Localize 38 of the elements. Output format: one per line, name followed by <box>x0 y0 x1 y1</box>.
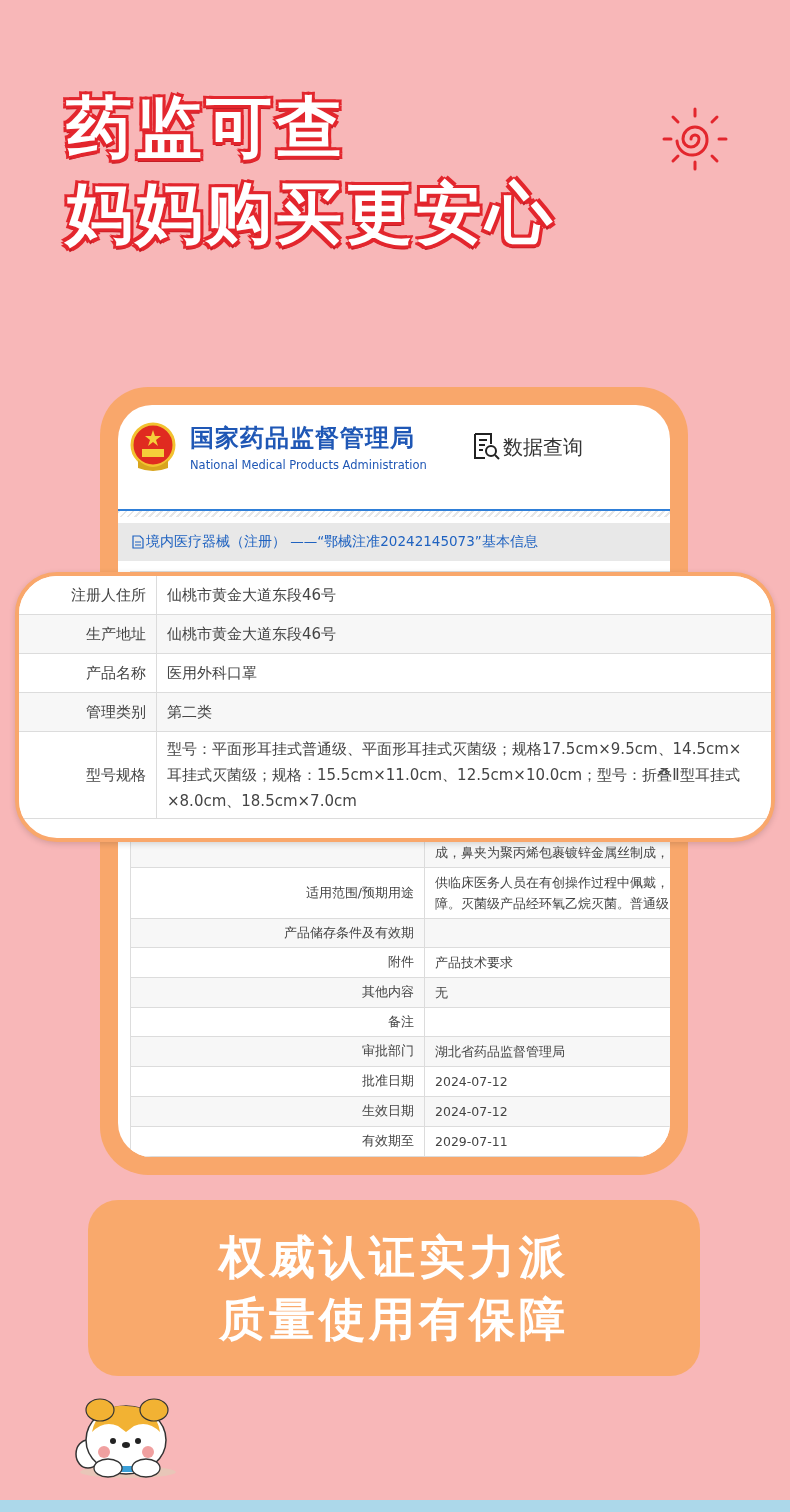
table-cell: 有效期至 <box>131 1127 425 1156</box>
table-cell-text: 医用外科口罩 <box>166 663 258 684</box>
table-cell: 审批部门 <box>131 1037 425 1066</box>
sun-icon <box>660 106 730 172</box>
table-cell: 其他内容 <box>131 978 425 1007</box>
table-cell: 生效日期 <box>131 1097 425 1126</box>
table-cell-text: 供临床医务人员在有创操作过程中佩戴， 障。灭菌级产品经环氧乙烷灭菌。普通级 <box>434 874 670 913</box>
headline: 妈妈购买更安心 <box>66 174 556 254</box>
document-icon <box>132 535 144 549</box>
table-cell-text: 湖北省药品监督管理局 <box>434 1043 566 1061</box>
site-subtitle: National Medical Products Administration <box>190 458 427 472</box>
table-cell-text: 2024-07-12 <box>434 1103 509 1121</box>
table-cell: 型号规格 <box>19 732 157 818</box>
table-cell-text: 第二类 <box>166 702 213 723</box>
record-title: 境内医疗器械（注册） ——“鄂械注准20242145073”基本信息 <box>146 533 538 551</box>
slogan-text: 质量使用有保障 <box>219 1291 569 1348</box>
table-cell-text: 成，鼻夹为聚丙烯包裹镀锌金属丝制成， <box>434 844 670 862</box>
table-cell: 批准日期 <box>131 1067 425 1096</box>
table-cell: 注册人住所 <box>19 576 157 614</box>
table-cell: 适用范围/预期用途 <box>131 868 425 918</box>
table-cell-text: 2029-07-11 <box>434 1133 509 1151</box>
site-title: 国家药品监督管理局 <box>190 423 416 454</box>
table-cell: 生产地址 <box>19 615 157 653</box>
query-link[interactable]: 数据查询 <box>502 433 583 461</box>
table-cell: 附件 <box>131 948 425 977</box>
table-cell-text: 型号：平面形耳挂式普通级、平面形耳挂式灭菌级；规格17.5cm×9.5cm、14.5cm× 耳挂式灭菌级；规格：15.5cm×11.0cm、12.5cm×10.0cm；型号：折叠Ⅱ型耳挂式 ×8.0cm、18.5cm×7.0cm <box>166 739 743 812</box>
headline: 药监可查 <box>66 88 347 168</box>
table-cell-text: 2024-07-12 <box>434 1073 509 1091</box>
table-cell-text: 无 <box>434 984 449 1002</box>
table-cell-text: 仙桃市黄金大道东段46号 <box>166 585 338 606</box>
table-cell: 管理类别 <box>19 693 157 731</box>
table-cell: 产品名称 <box>19 654 157 692</box>
table-cell: 产品储存条件及有效期 <box>131 919 425 947</box>
slogan-text: 权威认证实力派 <box>219 1229 569 1286</box>
table-cell-text: 产品技术要求 <box>434 954 514 972</box>
table-cell: 备注 <box>131 1008 425 1036</box>
table-cell-text: 仙桃市黄金大道东段46号 <box>166 624 338 645</box>
emblem-icon <box>130 422 176 472</box>
